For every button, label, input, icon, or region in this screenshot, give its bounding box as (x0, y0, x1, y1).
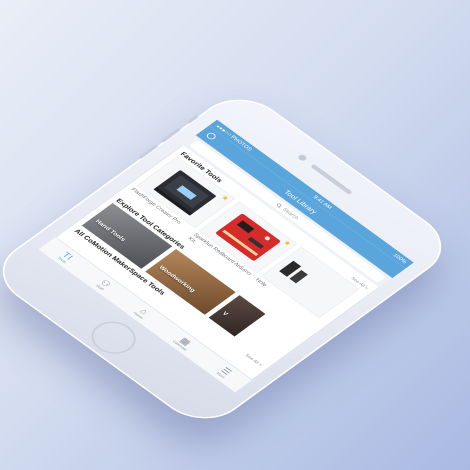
tab-home[interactable]: ⌂ Home (132, 305, 152, 319)
tab-staff[interactable]: ⚇ Staff (95, 278, 114, 292)
screen: ●●●○○ PHOTOS 9:41 AM 100% Tool Library S… (38, 119, 414, 393)
volume-down-button (138, 144, 159, 160)
phone: ●●●○○ PHOTOS 9:41 AM 100% Tool Library S… (0, 86, 461, 432)
speaker-grille (310, 163, 353, 195)
stage: ●●●○○ PHOTOS 9:41 AM 100% Tool Library S… (0, 0, 470, 470)
tab-more[interactable]: ☰ More (215, 365, 234, 379)
tab-tools[interactable]: TI Tools (56, 250, 75, 264)
home-button[interactable] (82, 315, 145, 361)
volume-up-button (160, 127, 182, 143)
tab-calendar[interactable]: ▦ Calendar (171, 334, 195, 352)
mute-switch (186, 114, 199, 124)
all-tools-see-all[interactable]: See All > (244, 353, 263, 367)
profile-icon[interactable] (205, 131, 218, 141)
front-camera (296, 153, 309, 162)
category-label: V (221, 310, 230, 317)
